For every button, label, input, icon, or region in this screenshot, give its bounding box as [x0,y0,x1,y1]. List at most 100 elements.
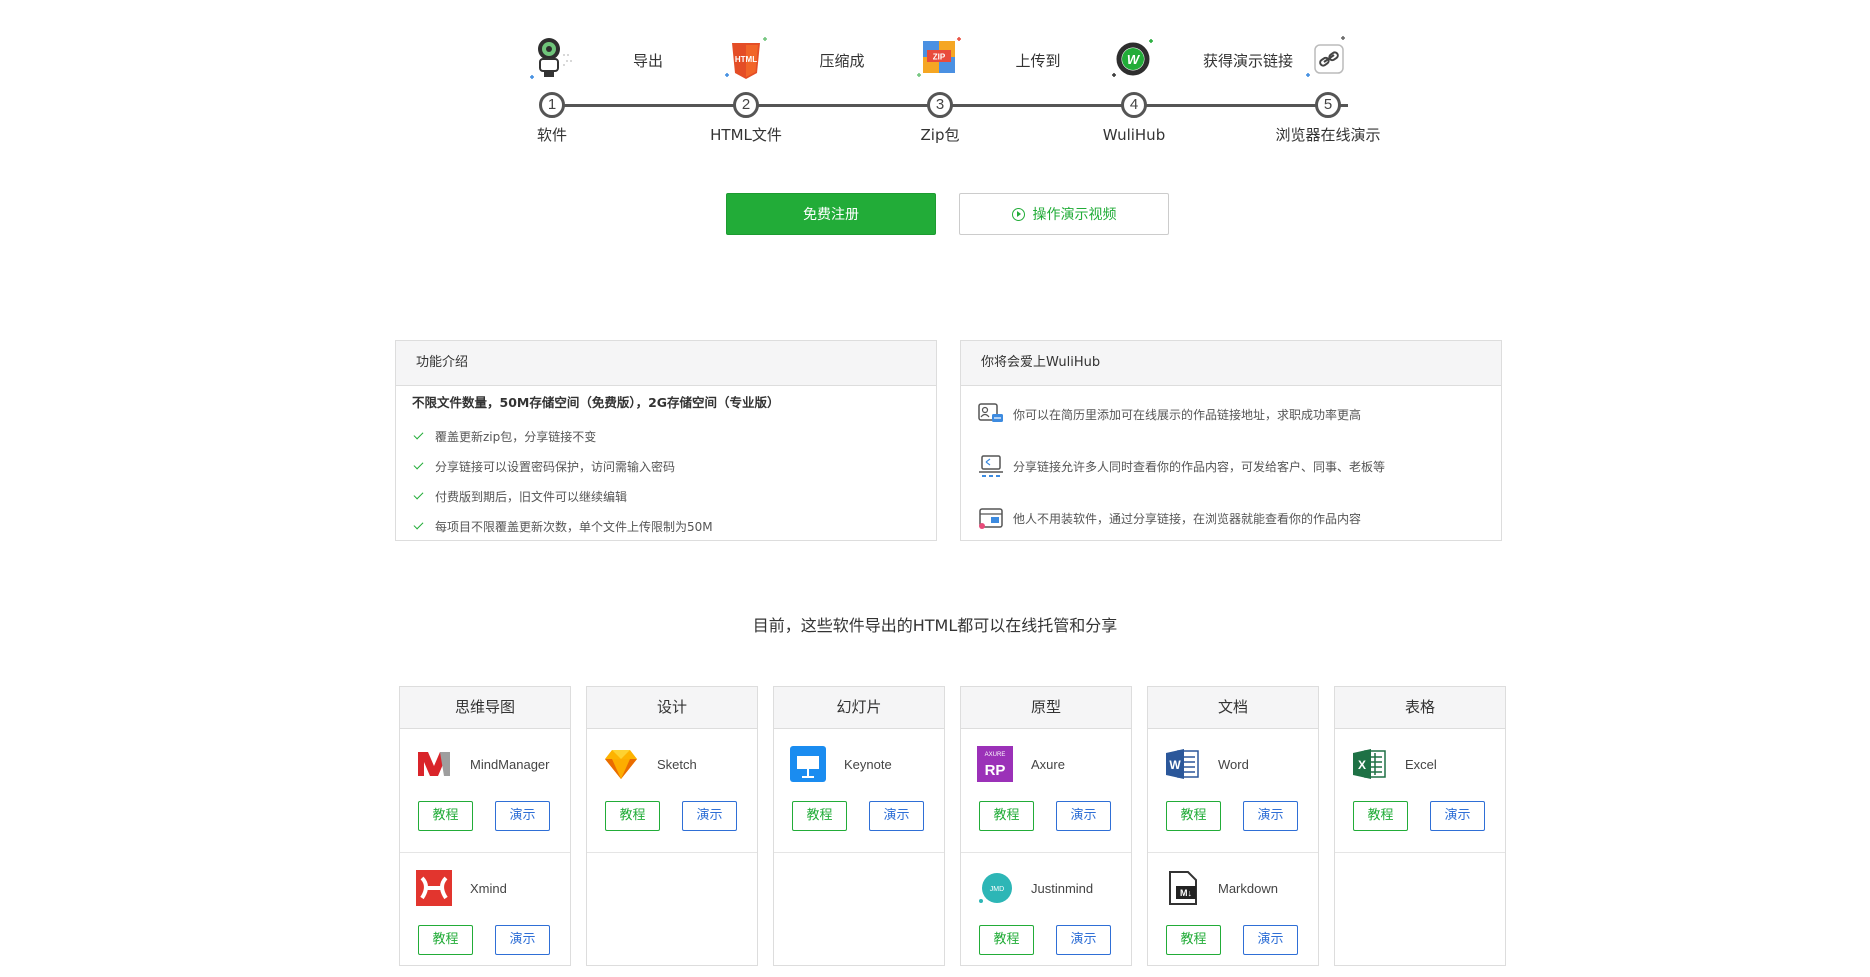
demo-button[interactable]: 演示 [1056,925,1111,955]
feature-text: 付费版到期后，旧文件可以继续编辑 [435,489,628,504]
love-text: 他人不用装软件，通过分享链接，在浏览器就能查看你的作品内容 [1013,511,1362,526]
register-label: 免费注册 [803,207,859,223]
app-name: Axure [1031,756,1065,772]
sketch-icon [603,746,639,782]
resume-card-icon [978,403,1003,422]
step-software: 1 软件 [482,30,622,145]
category-title: 原型 [961,687,1131,729]
demo-button[interactable]: 演示 [682,801,737,831]
svg-text:AXURE: AXURE [985,752,1006,758]
step-number: 4 [1121,92,1147,118]
svg-text:JMD: JMD [990,886,1004,893]
tutorial-button[interactable]: 教程 [1166,925,1221,955]
zip-archive-icon: ZIP [917,37,961,77]
demo-video-label: 操作演示视频 [1032,207,1117,223]
tutorial-button[interactable]: 教程 [1166,801,1221,831]
tutorial-button[interactable]: 教程 [1353,801,1408,831]
software-robot-icon [530,38,574,79]
markdown-icon: M↓ [1164,870,1200,906]
word-icon: W [1164,746,1200,782]
tutorial-button[interactable]: 教程 [418,801,473,831]
keynote-icon [790,746,826,782]
app-name: Markdown [1218,880,1278,896]
app-name: Keynote [844,756,892,772]
app-card-axure: AXURE RP Axure 教程 演示 [961,729,1131,853]
features-panel: 功能介绍 不限文件数量，50M存储空间（免费版），2G存储空间（专业版） 覆盖更… [395,340,937,541]
demo-button[interactable]: 演示 [495,925,550,955]
check-icon [413,459,424,469]
category-mindmap: 思维导图 MindManager 教程 演示 Xmind 教程 演示 [399,686,571,966]
tutorial-button[interactable]: 教程 [605,801,660,831]
demo-button[interactable]: 演示 [1243,801,1298,831]
love-text: 你可以在简历里添加可在线展示的作品链接地址，求职成功率更高 [1013,407,1362,422]
features-title: 功能介绍 [396,341,936,386]
feature-item: 每项目不限覆盖更新次数，单个文件上传限制为50M [412,511,920,541]
app-name: Word [1218,756,1249,772]
app-card-mindmanager: MindManager 教程 演示 [400,729,570,853]
demo-button[interactable]: 演示 [869,801,924,831]
category-docs: 文档 W Word 教程 演示 M↓ Markdown 教程 演示 [1147,686,1319,966]
demo-button[interactable]: 演示 [1243,925,1298,955]
app-card-word: W Word 教程 演示 [1148,729,1318,853]
svg-text:X: X [1358,758,1366,772]
demo-button[interactable]: 演示 [1430,801,1485,831]
laptop-share-icon [979,455,1003,477]
category-design: 设计 Sketch 教程 演示 [586,686,758,966]
step-html: HTML 2 HTML文件 [676,30,816,145]
demo-video-button[interactable]: 操作演示视频 [959,193,1169,235]
demo-button[interactable]: 演示 [495,801,550,831]
play-circle-icon [1011,207,1025,221]
check-icon [413,429,424,439]
tutorial-button[interactable]: 教程 [979,801,1034,831]
svg-text:ZIP: ZIP [933,53,946,62]
category-title: 设计 [587,687,757,729]
demo-button[interactable]: 演示 [1056,801,1111,831]
love-title: 你将会爱上WuliHub [961,341,1501,386]
feature-item: 付费版到期后，旧文件可以继续编辑 [412,481,920,511]
app-card-sketch: Sketch 教程 演示 [587,729,757,853]
wulihub-logo-icon: W [1112,39,1153,77]
feature-item: 覆盖更新zip包，分享链接不变 [412,421,920,451]
step-label: WuliHub [1102,126,1166,144]
step-wulihub: W 4 WuliHub [1064,30,1204,144]
feature-text: 覆盖更新zip包，分享链接不变 [435,429,597,444]
step-browser: 5 浏览器在线演示 [1258,30,1398,145]
axure-icon: AXURE RP [977,746,1013,782]
tutorial-button[interactable]: 教程 [418,925,473,955]
step-label: 浏览器在线演示 [1275,126,1381,144]
step-number: 3 [927,92,953,118]
app-name: Sketch [657,756,697,772]
step-zip: ZIP 3 Zip包 [870,30,1010,145]
step-number: 2 [733,92,759,118]
check-icon [413,519,424,529]
features-headline: 不限文件数量，50M存储空间（免费版），2G存储空间（专业版） [412,395,780,410]
mindmanager-icon [416,746,452,782]
step-number: 1 [539,92,565,118]
tutorial-button[interactable]: 教程 [979,925,1034,955]
step-number: 5 [1315,92,1341,118]
love-text: 分享链接允许多人同时查看你的作品内容，可发给客户、同事、老板等 [1013,459,1386,474]
app-card-xmind: Xmind 教程 演示 [400,853,570,977]
app-card-excel: X Excel 教程 演示 [1335,729,1505,853]
svg-text:W: W [1169,758,1181,772]
xmind-icon [416,870,452,906]
love-item: 你可以在简历里添加可在线展示的作品链接地址，求职成功率更高 [977,388,1485,440]
app-name: Excel [1405,756,1437,772]
step-label: 软件 [536,126,567,144]
feature-text: 每项目不限覆盖更新次数，单个文件上传限制为50M [435,519,713,534]
feature-item: 分享链接可以设置密码保护，访问需输入密码 [412,451,920,481]
step-label: Zip包 [920,126,960,144]
app-card-markdown: M↓ Markdown 教程 演示 [1148,853,1318,977]
free-register-button[interactable]: 免费注册 [726,193,936,235]
justinmind-icon: JMD [977,870,1013,906]
category-prototype: 原型 AXURE RP Axure 教程 演示 JMD Justinmind 教… [960,686,1132,966]
love-panel: 你将会爱上WuliHub 你可以在简历里添加可在线展示的作品链接地址，求职成功率… [960,340,1502,541]
love-item: 分享链接允许多人同时查看你的作品内容，可发给客户、同事、老板等 [977,440,1485,492]
app-card-keynote: Keynote 教程 演示 [774,729,944,853]
app-name: MindManager [470,756,550,772]
workflow-stepper: 1 软件 导出 HTML 2 HTML文件 压缩成 ZIP 3 Zip包 上传到… [520,30,1381,150]
tutorial-button[interactable]: 教程 [792,801,847,831]
check-icon [413,489,424,499]
step-label: HTML文件 [710,126,782,144]
browser-window-icon [979,508,1003,529]
